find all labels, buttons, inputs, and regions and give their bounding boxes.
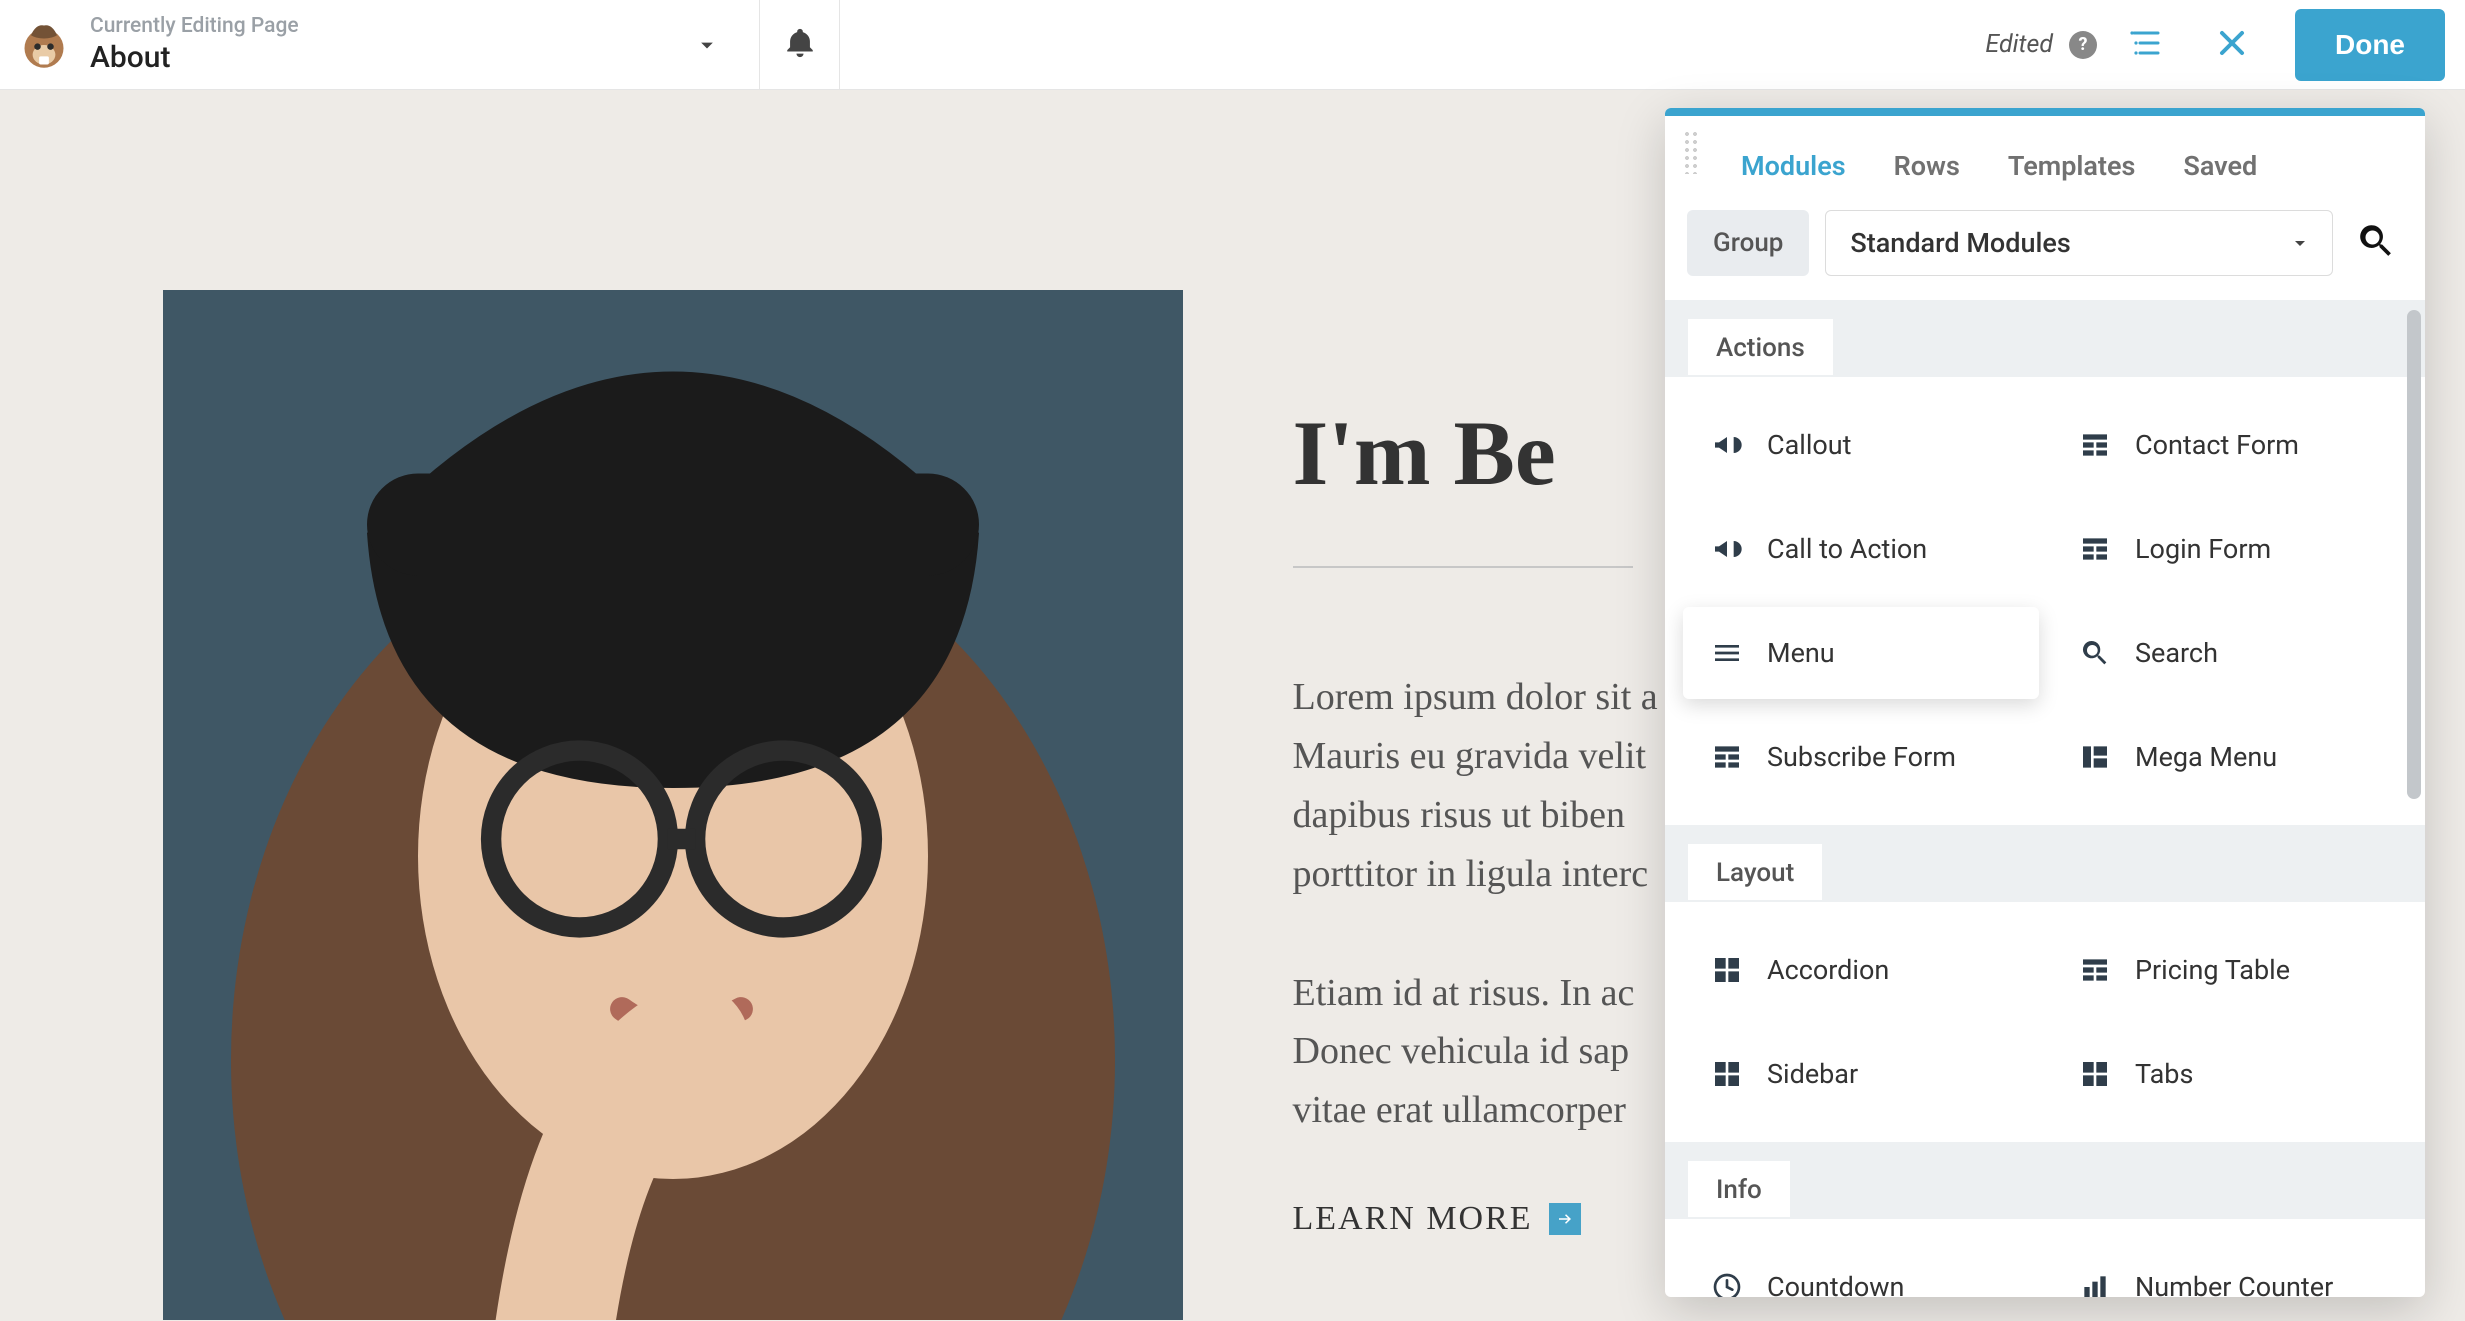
module-label: Subscribe Form	[1767, 741, 1956, 773]
tab-rows[interactable]: Rows	[1894, 150, 1960, 182]
module-item[interactable]: Accordion	[1683, 924, 2039, 1016]
panel-filter-row: Group Standard Modules	[1665, 210, 2425, 300]
outline-button[interactable]	[2109, 8, 2183, 82]
table-icon	[2079, 533, 2111, 565]
table-icon	[2079, 429, 2111, 461]
panel-scroll-area[interactable]: Actions Callout Contact Form Call to Action…	[1665, 300, 2425, 1297]
tab-saved[interactable]: Saved	[2183, 150, 2257, 182]
section-title: Actions	[1687, 318, 1834, 377]
heading-divider	[1293, 566, 1633, 568]
panel-scrollbar[interactable]	[2407, 310, 2421, 1287]
module-label: Countdown	[1767, 1271, 1904, 1297]
bell-icon	[783, 26, 817, 64]
module-label: Number Counter	[2135, 1271, 2333, 1297]
module-item[interactable]: Number Counter	[2051, 1241, 2407, 1297]
module-grid: Countdown Number Counter	[1665, 1219, 2425, 1297]
panel-body: Actions Callout Contact Form Call to Action…	[1665, 300, 2425, 1297]
clock-icon	[1711, 1271, 1743, 1297]
edited-status: Edited	[1985, 30, 2053, 59]
hero-image-column	[63, 290, 1083, 1320]
section-header: Info	[1665, 1142, 2425, 1219]
hero-portrait	[163, 290, 1183, 1320]
learn-more-link[interactable]: LEARN MORE	[1293, 1200, 1581, 1238]
module-search-button[interactable]	[2349, 216, 2403, 270]
help-icon[interactable]: ?	[2069, 31, 2097, 59]
module-item[interactable]: Subscribe Form	[1683, 711, 2039, 803]
module-group-select-value: Standard Modules	[1850, 227, 2070, 259]
table-icon	[2079, 954, 2111, 986]
section-header: Actions	[1665, 300, 2425, 377]
tab-modules[interactable]: Modules	[1741, 150, 1846, 182]
panel-drag-handle[interactable]	[1683, 130, 1699, 174]
module-item[interactable]: Pricing Table	[2051, 924, 2407, 1016]
title-block: Currently Editing Page About	[90, 14, 673, 75]
done-button[interactable]: Done	[2295, 9, 2445, 81]
module-item[interactable]: Menu	[1683, 607, 2039, 699]
group-filter-button[interactable]: Group	[1687, 210, 1809, 276]
module-label: Contact Form	[2135, 429, 2299, 461]
module-grid: Callout Contact Form Call to Action Login F…	[1665, 377, 2425, 825]
bullhorn-icon	[1711, 429, 1743, 461]
top-bar: Currently Editing Page About Edited ? Do…	[0, 0, 2465, 90]
module-item[interactable]: Search	[2051, 607, 2407, 699]
layout-icon	[2079, 1058, 2111, 1090]
chevron-down-icon	[2288, 231, 2312, 255]
module-grid: Accordion Pricing Table Sidebar Tabs	[1665, 902, 2425, 1142]
notifications-button[interactable]	[760, 0, 840, 89]
page-title: About	[90, 40, 673, 75]
beaver-builder-logo	[18, 19, 70, 71]
top-bar-spacer	[840, 0, 1965, 89]
layout-icon	[1711, 1058, 1743, 1090]
learn-more-label: LEARN MORE	[1293, 1200, 1533, 1238]
close-icon	[2214, 25, 2250, 65]
top-bar-left: Currently Editing Page About	[0, 0, 760, 89]
tab-templates[interactable]: Templates	[2008, 150, 2136, 182]
arrow-right-icon	[1549, 1203, 1581, 1235]
module-item[interactable]: Countdown	[1683, 1241, 2039, 1297]
module-label: Sidebar	[1767, 1058, 1858, 1090]
module-item[interactable]: Tabs	[2051, 1028, 2407, 1120]
module-item[interactable]: Callout	[1683, 399, 2039, 491]
module-group-select[interactable]: Standard Modules	[1825, 210, 2333, 276]
mega-menu-icon	[2079, 741, 2111, 773]
module-label: Call to Action	[1767, 533, 1927, 565]
module-item[interactable]: Sidebar	[1683, 1028, 2039, 1120]
module-item[interactable]: Login Form	[2051, 503, 2407, 595]
module-item[interactable]: Contact Form	[2051, 399, 2407, 491]
bars-icon	[2079, 1271, 2111, 1297]
menu-icon	[1711, 637, 1743, 669]
search-icon	[2355, 220, 2397, 266]
module-label: Mega Menu	[2135, 741, 2277, 773]
panel-tabs: Modules Rows Templates Saved	[1665, 116, 2425, 210]
search-icon	[2079, 637, 2111, 669]
section-header: Layout	[1665, 825, 2425, 902]
panel-pointer	[2297, 108, 2341, 112]
module-label: Pricing Table	[2135, 954, 2290, 986]
module-label: Accordion	[1767, 954, 1889, 986]
module-label: Tabs	[2135, 1058, 2193, 1090]
section-title: Layout	[1687, 843, 1823, 902]
content-panel: Modules Rows Templates Saved Group Stand…	[1665, 108, 2425, 1297]
module-label: Menu	[1767, 637, 1835, 669]
module-label: Login Form	[2135, 533, 2271, 565]
layout-icon	[1711, 954, 1743, 986]
bullhorn-icon	[1711, 533, 1743, 565]
panel-scrollbar-thumb[interactable]	[2407, 310, 2421, 799]
module-item[interactable]: Call to Action	[1683, 503, 2039, 595]
module-item[interactable]: Mega Menu	[2051, 711, 2407, 803]
section-title: Info	[1687, 1160, 1791, 1219]
page-switcher-caret[interactable]	[673, 31, 741, 59]
close-panel-button[interactable]	[2195, 8, 2269, 82]
module-label: Search	[2135, 637, 2218, 669]
table-icon	[1711, 741, 1743, 773]
outline-icon	[2128, 25, 2164, 65]
module-label: Callout	[1767, 429, 1852, 461]
top-bar-right: Edited ? Done	[1965, 0, 2465, 89]
editing-context-label: Currently Editing Page	[90, 14, 673, 38]
